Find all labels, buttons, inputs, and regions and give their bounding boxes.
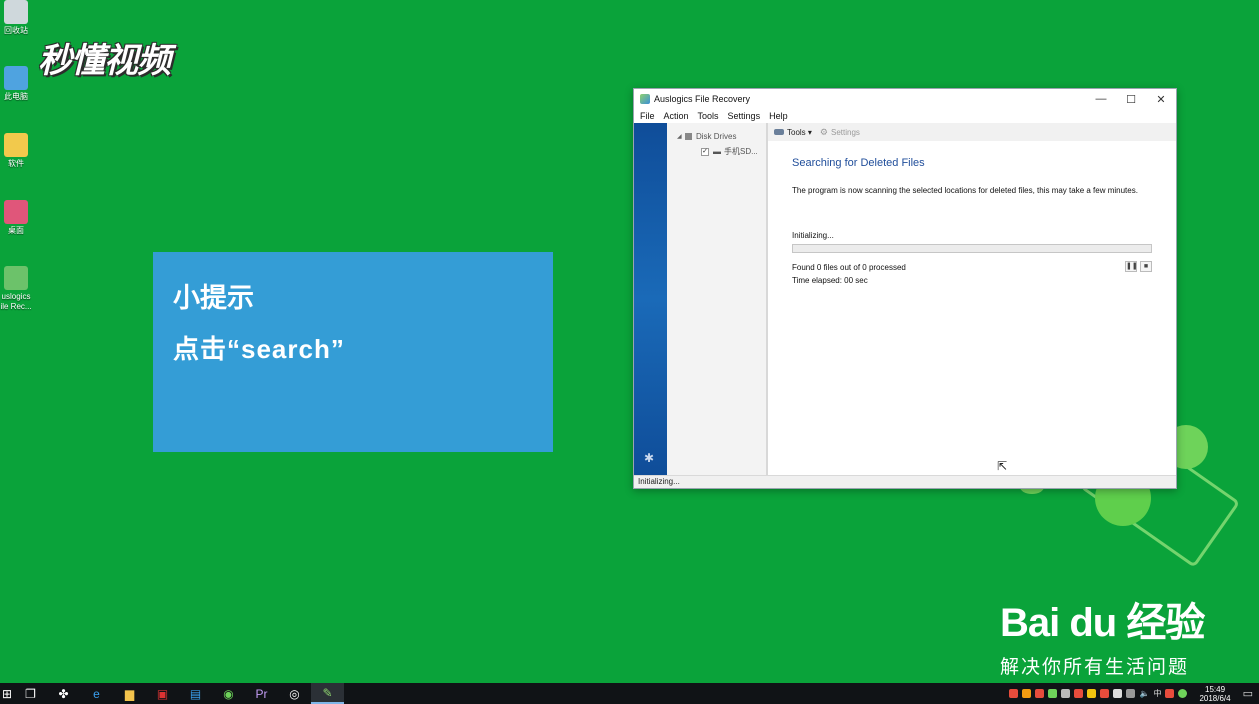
menu-bar: File Action Tools Settings Help	[634, 109, 1176, 123]
video-brand-logo: 秒懂视频	[38, 42, 171, 80]
auslogics-taskbar-icon[interactable]: ✎	[311, 683, 344, 704]
stop-button[interactable]: ■	[1140, 261, 1152, 272]
folder-icon	[4, 133, 28, 157]
desktop-icon-software[interactable]: 软件	[0, 133, 32, 169]
gear-icon[interactable]: ✱	[644, 451, 654, 465]
recycle-bin-icon	[4, 0, 28, 24]
fan-app-icon[interactable]: ✤	[47, 683, 80, 704]
scan-status-label: Initializing...	[792, 231, 834, 240]
clock[interactable]: 15:49 2018/6/4	[1199, 685, 1230, 703]
start-button[interactable]: ⊞	[0, 683, 14, 704]
page-heading: Searching for Deleted Files	[792, 157, 925, 169]
minimize-button[interactable]: —	[1086, 93, 1116, 105]
tree-item-sd-card[interactable]: ✓ ▬ 手机SD...	[667, 144, 766, 159]
scan-progress-bar	[792, 244, 1152, 253]
settings-gear-icon: ⚙	[819, 126, 828, 137]
mouse-cursor-icon: ⇱	[997, 459, 1008, 473]
toolbar: Tools ▾ ⚙ Settings	[768, 123, 1176, 141]
main-panel: Tools ▾ ⚙ Settings Searching for Deleted…	[768, 123, 1176, 475]
checkbox-sd-card[interactable]: ✓	[701, 147, 709, 156]
desktop-icon-auslogics[interactable]: uslogics ile Rec...	[0, 266, 32, 312]
window-titlebar[interactable]: Auslogics File Recovery — ☐ ✕	[634, 89, 1176, 109]
volume-icon[interactable]: 🔈	[1139, 689, 1149, 698]
task-view-icon[interactable]: ❐	[14, 683, 47, 704]
tools-icon	[774, 129, 784, 135]
baidu-logo-text: Bai du 经验	[1000, 601, 1205, 645]
left-sidebar: ✱	[634, 123, 667, 475]
notification-icon[interactable]: ▭	[1243, 687, 1253, 700]
desktop-icon-this-pc[interactable]: 此电脑	[0, 66, 32, 102]
menu-help[interactable]: Help	[769, 109, 788, 123]
store-icon[interactable]: ▤	[179, 683, 212, 704]
sogou-icon[interactable]	[1165, 689, 1175, 698]
tray-app-icon[interactable]	[1035, 689, 1045, 698]
tray-app-icon[interactable]	[1061, 689, 1071, 698]
tray-app-icon[interactable]	[1022, 689, 1032, 698]
desktop-icon-desktop[interactable]: 桌面	[0, 200, 32, 236]
tip-text: 点击“search”	[173, 334, 345, 364]
expand-triangle-icon[interactable]: ◢	[677, 133, 685, 140]
menu-file[interactable]: File	[640, 109, 655, 123]
tip-title: 小提示	[173, 283, 254, 313]
baidu-slogan: 解决你所有生活问题	[1000, 657, 1190, 678]
wechat-icon[interactable]: ◉	[212, 683, 245, 704]
folder-icon	[4, 200, 28, 224]
computer-icon	[4, 66, 28, 90]
found-files-text: Found 0 files out of 0 processed	[792, 263, 906, 272]
status-bar: Initializing...	[634, 475, 1176, 488]
drive-icon: ▬	[713, 147, 721, 156]
window-title: Auslogics File Recovery	[654, 94, 751, 104]
tip-box: 小提示 点击“search”	[153, 252, 553, 452]
obs-icon[interactable]: ◎	[278, 683, 311, 704]
tray-app-icon[interactable]	[1074, 689, 1084, 698]
tree-item-disk-drives[interactable]: ◢ Disk Drives	[667, 129, 766, 144]
desktop-icon-recycle-bin[interactable]: 回收站	[0, 0, 32, 36]
tools-button[interactable]: Tools ▾	[787, 128, 812, 137]
ime-indicator[interactable]: 中	[1153, 688, 1161, 699]
media-player-icon[interactable]: ▣	[146, 683, 179, 704]
close-button[interactable]: ✕	[1146, 93, 1176, 106]
system-tray: 🔈 中 15:49 2018/6/4 ▭	[1009, 683, 1259, 704]
premiere-icon[interactable]: Pr	[245, 683, 278, 704]
auslogics-window: Auslogics File Recovery — ☐ ✕ File Actio…	[633, 88, 1177, 489]
app-icon	[640, 94, 650, 104]
auslogics-app-icon	[4, 266, 28, 290]
checkbox-disk-drives[interactable]	[685, 133, 692, 140]
scan-description: The program is now scanning the selected…	[792, 186, 1138, 195]
drive-tree: ◢ Disk Drives ✓ ▬ 手机SD...	[667, 123, 768, 475]
baidu-jingyan-logo: Bai du 经验 解决你所有生活问题	[1000, 590, 1205, 679]
network-icon[interactable]	[1126, 689, 1136, 698]
taskbar: ⊞ ❐ ✤ e ▆ ▣ ▤ ◉ Pr ◎ ✎ 🔈 中 15:49 2018/6/…	[0, 683, 1259, 704]
settings-button[interactable]: ⚙ Settings	[820, 127, 860, 138]
tray-app-icon[interactable]	[1087, 689, 1097, 698]
edge-browser-icon[interactable]: e	[80, 683, 113, 704]
file-explorer-icon[interactable]: ▆	[113, 683, 146, 704]
menu-settings[interactable]: Settings	[728, 109, 761, 123]
menu-tools[interactable]: Tools	[698, 109, 719, 123]
tray-wechat-icon[interactable]	[1048, 689, 1058, 698]
tray-app-icon[interactable]	[1009, 689, 1019, 698]
menu-action[interactable]: Action	[664, 109, 689, 123]
time-elapsed-text: Time elapsed: 00 sec	[792, 276, 868, 285]
pause-button[interactable]: ❚❚	[1125, 261, 1138, 272]
maximize-button[interactable]: ☐	[1116, 93, 1146, 106]
tray-app-icon[interactable]	[1100, 689, 1110, 698]
tray-shield-icon[interactable]	[1113, 689, 1123, 698]
tray-app-icon[interactable]	[1178, 689, 1188, 698]
